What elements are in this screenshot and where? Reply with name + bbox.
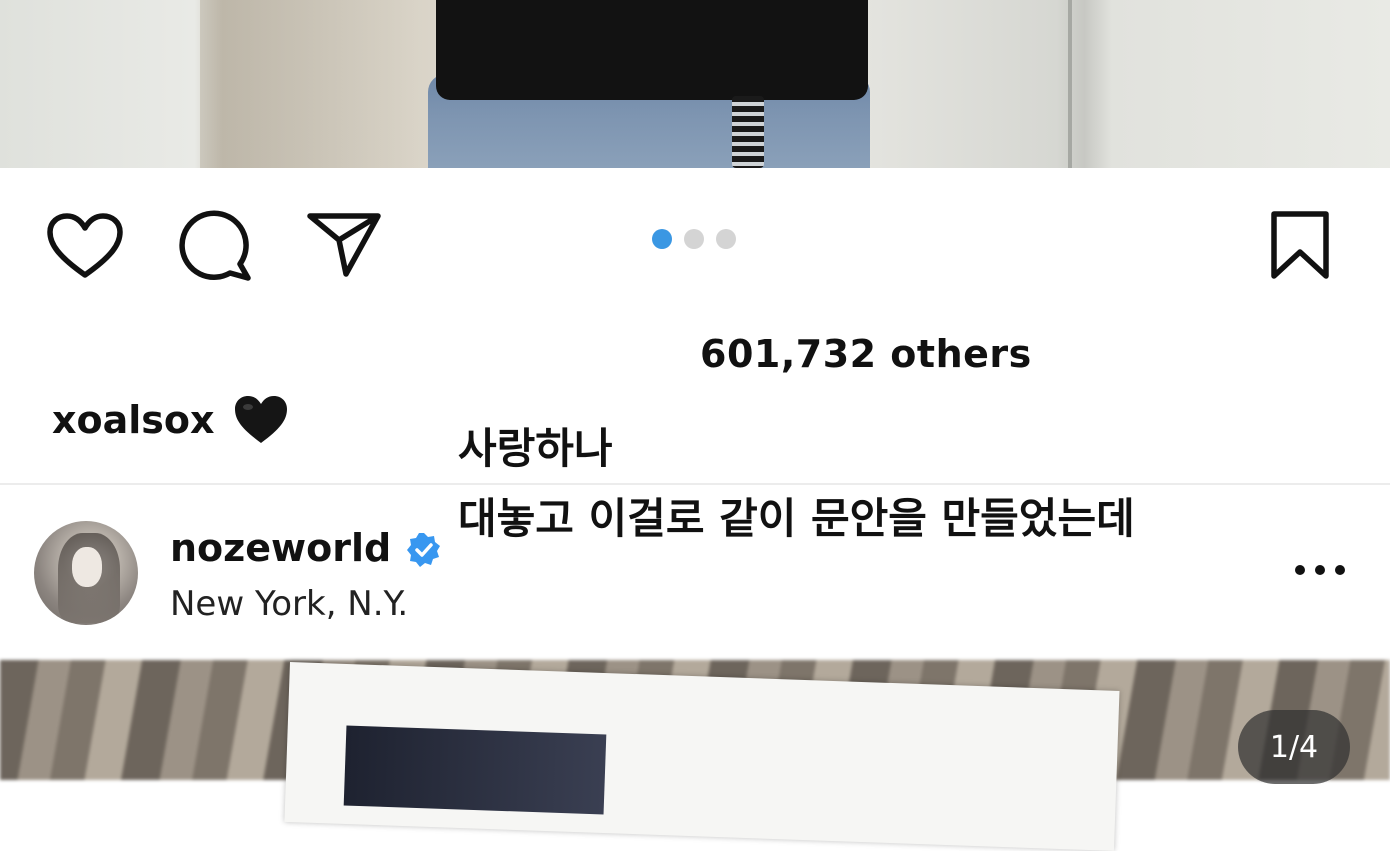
heart-outline-icon[interactable]: [46, 212, 124, 284]
overlay-line-1: 사랑하나: [458, 424, 613, 473]
caption-username[interactable]: xoalsox: [52, 398, 215, 442]
paper-plane-icon[interactable]: [306, 210, 382, 284]
post-username[interactable]: nozeworld: [170, 526, 391, 570]
avatar-face: [72, 547, 102, 587]
photo-shirt: [436, 0, 868, 100]
post-divider: [0, 483, 1390, 485]
photo-wall: [200, 0, 440, 168]
black-heart-emoji-icon: [232, 393, 290, 451]
verified-badge-icon: [406, 532, 442, 572]
comment-bubble-icon[interactable]: [178, 210, 252, 286]
bookmark-outline-icon[interactable]: [1268, 210, 1332, 284]
likes-count[interactable]: 601,732 others: [700, 332, 1032, 376]
post-location[interactable]: New York, N.Y.: [170, 584, 408, 624]
photo-door-edge: [1068, 0, 1072, 168]
overlay-line-2: 대놓고 이걸로 같이 문안을 만들었는데: [458, 494, 1135, 543]
carousel-dot: [716, 229, 736, 249]
page-counter-badge: 1/4: [1238, 710, 1350, 784]
avatar[interactable]: [34, 521, 138, 625]
carousel-indicator: [652, 229, 736, 249]
more-horizontal-icon[interactable]: [1292, 560, 1348, 584]
photo-paper-image: [343, 725, 607, 815]
carousel-dot-active: [652, 229, 672, 249]
photo-zipper: [732, 96, 764, 168]
previous-post-photo[interactable]: [0, 0, 1390, 168]
carousel-dot: [684, 229, 704, 249]
overlay-caption-text: 사랑하나 대놓고 이걸로 같이 문안을 만들었는데: [450, 414, 1143, 558]
